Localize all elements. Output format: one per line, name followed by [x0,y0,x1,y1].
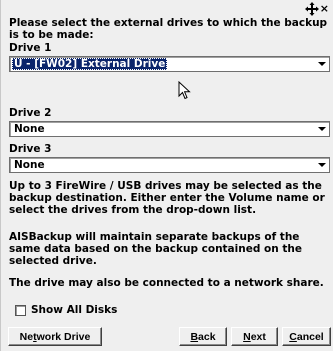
drive-selection-help: Up to 3 FireWire / USB drives may be sel… [9,180,325,216]
drive-1-value: U - [FW02] External Drive [12,58,168,70]
back-button[interactable]: Back [179,327,227,346]
cancel-button[interactable]: Cancel [282,327,331,346]
move-icon[interactable] [304,2,319,16]
separate-backups-note: AISBackup will maintain separate backups… [9,231,302,267]
drive-3-label: Drive 3 [9,143,52,155]
drive-3-value: None [14,159,45,171]
show-all-disks-checkbox[interactable] [15,304,26,316]
next-button[interactable]: Next [231,327,278,346]
network-share-note: The drive may also be connected to a net… [9,277,324,289]
drive-2-value: None [14,123,45,135]
network-drive-button[interactable]: Ne t work Drive [8,327,102,346]
drive-3-dropdown[interactable]: None [9,157,330,173]
chevron-down-icon[interactable] [316,58,328,70]
show-all-disks-label: Show All Disks [31,304,118,316]
chevron-down-icon[interactable] [316,159,328,171]
chevron-down-icon[interactable] [316,123,328,135]
drive-1-label: Drive 1 [9,42,52,54]
drive-1-dropdown[interactable]: U - [FW02] External Drive [9,56,330,72]
drive-2-label: Drive 2 [9,107,52,119]
backup-drives-dialog: × Please select the external drives to w… [0,0,333,351]
instruction-text: Please select the external drives to whi… [9,17,328,41]
show-all-disks-option[interactable]: Show All Disks [15,304,117,316]
mouse-pointer-icon [178,80,192,101]
close-icon[interactable]: × [320,2,329,16]
title-bar-controls: × [304,2,329,16]
drive-2-dropdown[interactable]: None [9,121,330,137]
